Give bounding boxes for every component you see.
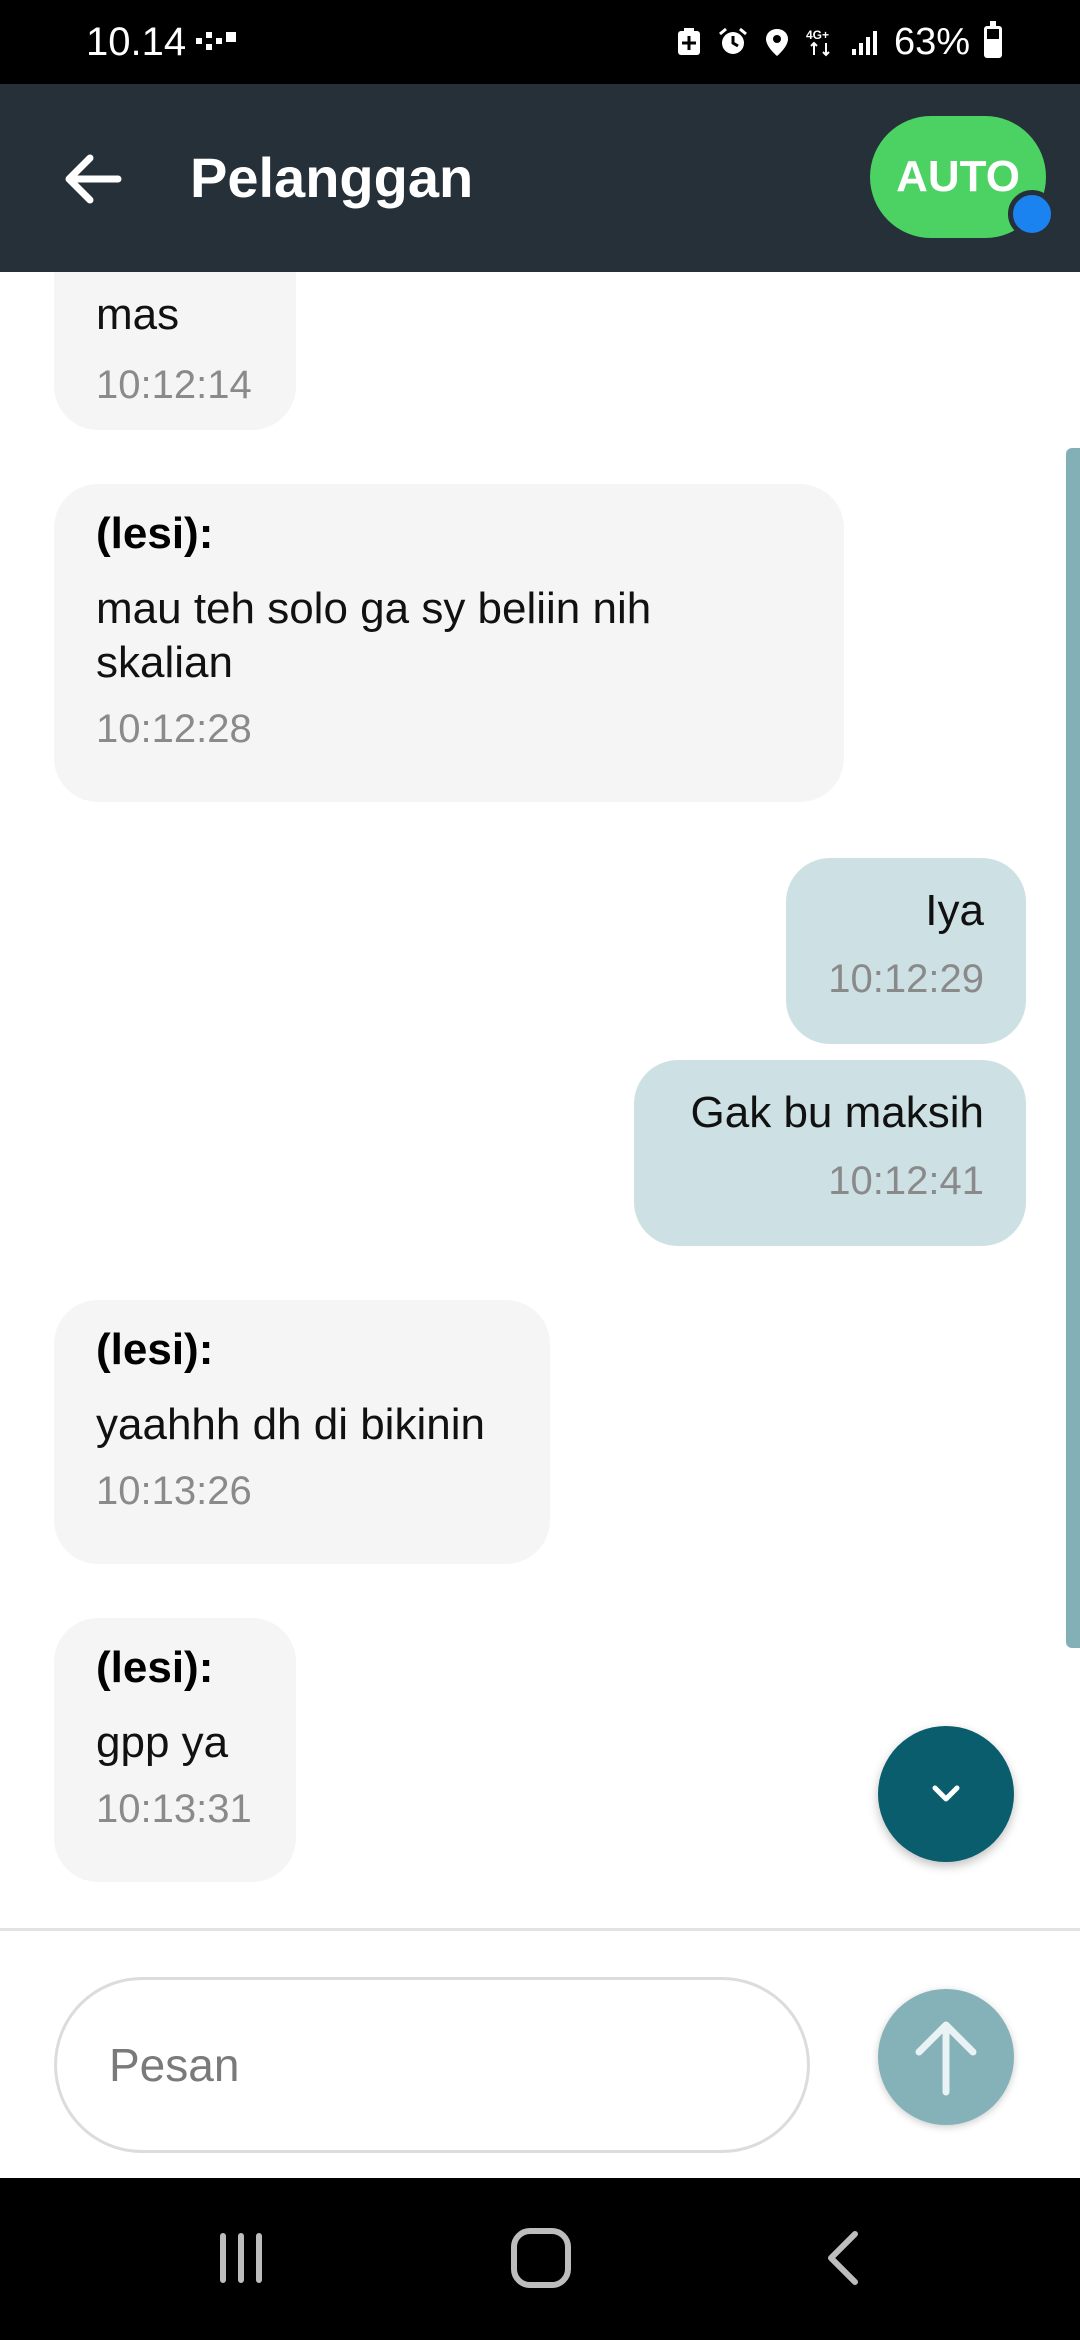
app-bar: Pelanggan AUTO (0, 84, 1080, 272)
message-bubble-incoming: mas 10:12:14 (54, 272, 296, 430)
alarm-icon (718, 27, 747, 54)
scroll-to-bottom-button[interactable] (878, 1726, 1014, 1862)
arrow-left-icon[interactable] (58, 144, 128, 214)
message-bubble-outgoing: Iya 10:12:29 (786, 858, 1026, 1044)
battery-percent: 63% (893, 21, 970, 63)
auto-status-dot (1008, 190, 1056, 238)
message-text: Gak bu maksih (690, 1088, 984, 1137)
scrollbar[interactable] (1066, 448, 1080, 1648)
message-sender: (lesi): (96, 509, 214, 558)
status-time: 10.14 (86, 20, 187, 64)
status-icons: 4G+ 63% (674, 18, 1002, 66)
message-text: mas (96, 290, 180, 339)
notification-dots-icon (196, 32, 236, 50)
send-button[interactable] (878, 1989, 1014, 2125)
message-time: 10:12:41 (828, 1159, 984, 1203)
message-time: 10:13:26 (96, 1469, 252, 1513)
message-time: 10:12:28 (96, 707, 252, 751)
message-time: 10:12:14 (96, 363, 252, 407)
message-bubble-incoming: (lesi): yaahhh dh di bikinin 10:13:26 (54, 1300, 550, 1564)
message-sender: (lesi): (96, 1325, 214, 1374)
status-bar: 10.14 4G+ 63% (0, 0, 1080, 84)
message-input-container (54, 1977, 810, 2153)
back-icon (828, 2231, 858, 2285)
arrow-up-icon (915, 2021, 977, 2096)
system-nav-bar (0, 2178, 1080, 2340)
auto-label: AUTO (896, 152, 1020, 201)
signal-icon (851, 31, 877, 55)
message-composer (0, 1928, 1080, 2178)
message-text: mau teh solo ga sy beliin nih skalian (96, 584, 652, 687)
battery-icon (984, 21, 1002, 58)
chevron-down-icon (932, 1785, 960, 1802)
home-icon (511, 2228, 571, 2288)
message-bubble-incoming: (lesi): gpp ya 10:13:31 (54, 1618, 296, 1882)
message-sender: (lesi): (96, 1643, 214, 1692)
message-input[interactable] (109, 1980, 769, 2150)
message-text: gpp ya (96, 1718, 229, 1767)
recent-apps-icon (220, 2233, 262, 2283)
network-4g-icon: 4G+ (806, 28, 830, 57)
page-title: Pelanggan (190, 146, 474, 209)
message-bubble-outgoing: Gak bu maksih 10:12:41 (634, 1060, 1026, 1246)
recent-apps-button[interactable] (196, 2218, 286, 2298)
message-text: yaahhh dh di bikinin (96, 1400, 485, 1449)
battery-saver-icon (677, 28, 700, 55)
chat-messages[interactable]: mas 10:12:14 (lesi): mau teh solo ga sy … (0, 272, 1080, 1930)
location-icon (765, 29, 788, 56)
svg-text:4G+: 4G+ (806, 28, 829, 42)
message-bubble-incoming: (lesi): mau teh solo ga sy beliin nih sk… (54, 484, 844, 802)
home-button[interactable] (496, 2218, 586, 2298)
message-text: Iya (925, 886, 984, 935)
back-button[interactable] (800, 2218, 890, 2298)
message-time: 10:13:31 (96, 1787, 252, 1831)
message-time: 10:12:29 (828, 957, 984, 1001)
